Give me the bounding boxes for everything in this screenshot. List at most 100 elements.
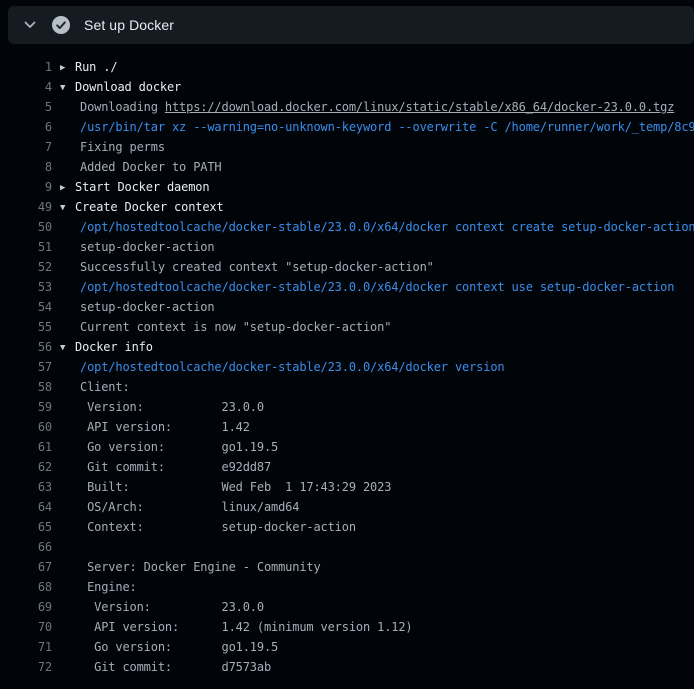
log-line: 66: [0, 537, 694, 557]
log-line: 64 OS/Arch: linux/amd64: [0, 497, 694, 517]
log-line: 70 API version: 1.42 (minimum version 1.…: [0, 617, 694, 637]
line-number[interactable]: 72: [0, 657, 52, 677]
log-line: 52 Successfully created context "setup-do…: [0, 257, 694, 277]
log-line: 6/usr/bin/tar xz --warning=no-unknown-ke…: [0, 117, 694, 137]
line-number[interactable]: 9: [0, 177, 52, 197]
line-number[interactable]: 59: [0, 397, 52, 417]
line-number[interactable]: 65: [0, 517, 52, 537]
log-group-title: Docker info: [75, 340, 153, 354]
log-link[interactable]: https://download.docker.com/linux/static…: [165, 100, 674, 114]
chevron-down-icon[interactable]: [22, 17, 38, 33]
log-text: setup-docker-action: [60, 297, 694, 317]
line-number[interactable]: 1: [0, 57, 52, 77]
log-line: 56 ▼Docker info: [0, 337, 694, 357]
log-text: Version: 23.0.0: [60, 397, 694, 417]
line-number[interactable]: 4: [0, 77, 52, 97]
log-group-title: Create Docker context: [75, 200, 224, 214]
log-line: 69 Version: 23.0.0: [0, 597, 694, 617]
log-group-title: Run ./: [75, 60, 117, 74]
line-number[interactable]: 67: [0, 557, 52, 577]
line-number[interactable]: 69: [0, 597, 52, 617]
line-number[interactable]: 55: [0, 317, 52, 337]
log-line: 4 ▼Download docker: [0, 77, 694, 97]
log-text: Fixing perms: [60, 137, 694, 157]
log-group-header[interactable]: ▼Download docker: [60, 77, 694, 97]
log-line: 1 ▶Run ./: [0, 57, 694, 77]
log-line: 8Added Docker to PATH: [0, 157, 694, 177]
log-line: 9 ▶Start Docker daemon: [0, 177, 694, 197]
log-text: Client:: [60, 377, 694, 397]
log-text: Successfully created context "setup-dock…: [60, 257, 694, 277]
log-group-header[interactable]: ▶Run ./: [60, 57, 694, 77]
step-title: Set up Docker: [84, 17, 174, 33]
log-line: 71 Go version: go1.19.5: [0, 637, 694, 657]
line-number[interactable]: 7: [0, 137, 52, 157]
log-line: 51 setup-docker-action: [0, 237, 694, 257]
log-group-header[interactable]: ▶Start Docker daemon: [60, 177, 694, 197]
triangle-down-icon: ▼: [60, 198, 75, 217]
log-text: Context: setup-docker-action: [60, 517, 694, 537]
log-text: Current context is now "setup-docker-act…: [60, 317, 694, 337]
line-number[interactable]: 52: [0, 257, 52, 277]
line-number[interactable]: 53: [0, 277, 52, 297]
log-line: 49 ▼Create Docker context: [0, 197, 694, 217]
line-number[interactable]: 64: [0, 497, 52, 517]
line-number[interactable]: 60: [0, 417, 52, 437]
log-group-header[interactable]: ▼Create Docker context: [60, 197, 694, 217]
line-number[interactable]: 56: [0, 337, 52, 357]
log-text: setup-docker-action: [60, 237, 694, 257]
log-command-text: /opt/hostedtoolcache/docker-stable/23.0.…: [60, 277, 694, 297]
log-text: Server: Docker Engine - Community: [60, 557, 694, 577]
line-number[interactable]: 57: [0, 357, 52, 377]
log-command-text: /usr/bin/tar xz --warning=no-unknown-key…: [60, 117, 694, 137]
log-text: Built: Wed Feb 1 17:43:29 2023: [60, 477, 694, 497]
log-group-title: Download docker: [75, 80, 181, 94]
step-header[interactable]: Set up Docker: [8, 6, 694, 44]
log-line: 61 Go version: go1.19.5: [0, 437, 694, 457]
line-number[interactable]: 61: [0, 437, 52, 457]
log-text: Version: 23.0.0: [60, 597, 694, 617]
log-line: 50/opt/hostedtoolcache/docker-stable/23.…: [0, 217, 694, 237]
log-command-text: /opt/hostedtoolcache/docker-stable/23.0.…: [60, 357, 694, 377]
log-line: 62 Git commit: e92dd87: [0, 457, 694, 477]
log-text: Go version: go1.19.5: [60, 437, 694, 457]
log-line: 63 Built: Wed Feb 1 17:43:29 2023: [0, 477, 694, 497]
line-number[interactable]: 54: [0, 297, 52, 317]
line-number[interactable]: 70: [0, 617, 52, 637]
log-text: [60, 537, 694, 557]
log-text: API version: 1.42: [60, 417, 694, 437]
log-lines: 1▶Run ./4▼Download docker5Downloading ht…: [0, 57, 694, 677]
log-line: 54 setup-docker-action: [0, 297, 694, 317]
log-text: Git commit: d7573ab: [60, 657, 694, 677]
triangle-down-icon: ▼: [60, 78, 75, 97]
log-text: Downloading https://download.docker.com/…: [60, 97, 694, 117]
triangle-right-icon: ▶: [60, 178, 75, 197]
line-number[interactable]: 51: [0, 237, 52, 257]
log-text: Engine:: [60, 577, 694, 597]
line-number[interactable]: 68: [0, 577, 52, 597]
log-line: 58 Client:: [0, 377, 694, 397]
line-number[interactable]: 58: [0, 377, 52, 397]
line-number[interactable]: 6: [0, 117, 52, 137]
line-number[interactable]: 5: [0, 97, 52, 117]
log-text: OS/Arch: linux/amd64: [60, 497, 694, 517]
line-number[interactable]: 66: [0, 537, 52, 557]
log-line: 60 API version: 1.42: [0, 417, 694, 437]
log-line: 53/opt/hostedtoolcache/docker-stable/23.…: [0, 277, 694, 297]
line-number[interactable]: 62: [0, 457, 52, 477]
log-line: 67 Server: Docker Engine - Community: [0, 557, 694, 577]
check-circle-icon: [52, 16, 70, 34]
triangle-down-icon: ▼: [60, 338, 75, 357]
log-line: 7 Fixing perms: [0, 137, 694, 157]
log-group-header[interactable]: ▼Docker info: [60, 337, 694, 357]
line-number[interactable]: 63: [0, 477, 52, 497]
line-number[interactable]: 8: [0, 157, 52, 177]
line-number[interactable]: 71: [0, 637, 52, 657]
log-line: 65 Context: setup-docker-action: [0, 517, 694, 537]
line-number[interactable]: 49: [0, 197, 52, 217]
log-line: 5 Downloading https://download.docker.com…: [0, 97, 694, 117]
triangle-right-icon: ▶: [60, 58, 75, 77]
log-text-prefix: Downloading: [80, 100, 165, 114]
log-command-text: /opt/hostedtoolcache/docker-stable/23.0.…: [60, 217, 694, 237]
line-number[interactable]: 50: [0, 217, 52, 237]
